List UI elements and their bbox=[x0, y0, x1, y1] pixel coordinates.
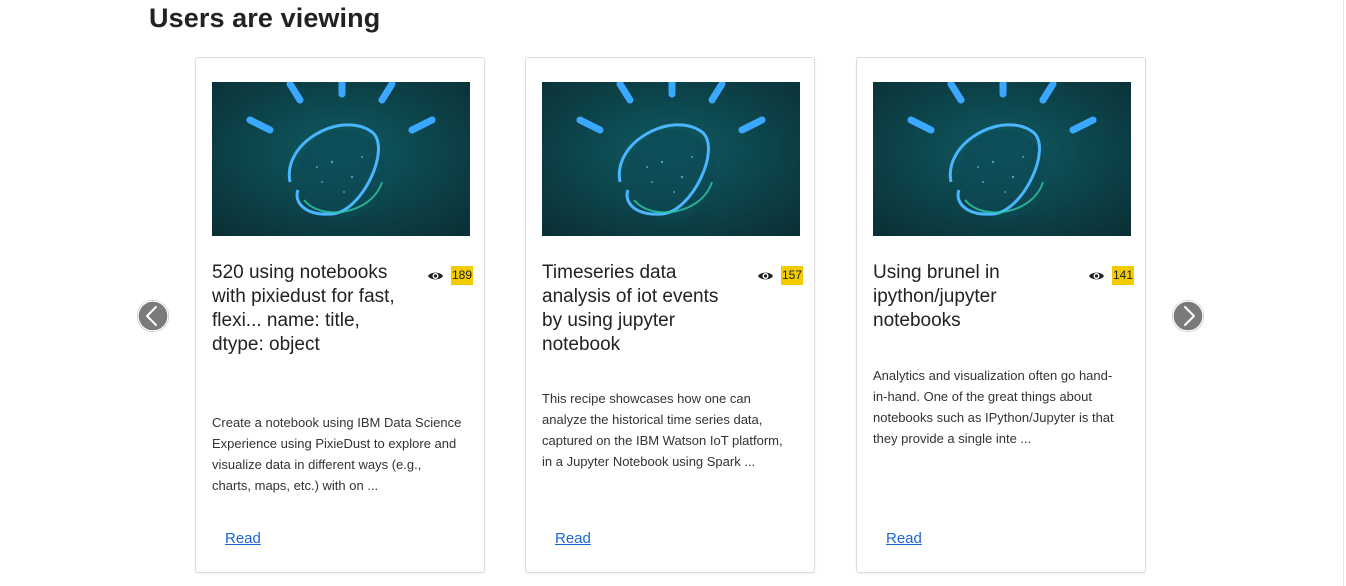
section-title: Users are viewing bbox=[149, 3, 381, 33]
article-card: 520 using notebooks with pixiedust for f… bbox=[195, 57, 485, 573]
read-link[interactable]: Read bbox=[225, 530, 261, 547]
card-image bbox=[873, 82, 1131, 236]
carousel-prev-button[interactable] bbox=[137, 300, 169, 332]
article-card: Using brunel in ipython/jupyter notebook… bbox=[856, 57, 1146, 573]
card-title[interactable]: 520 using notebooks with pixiedust for f… bbox=[212, 261, 402, 357]
eye-icon bbox=[428, 272, 443, 279]
read-link[interactable]: Read bbox=[555, 530, 591, 547]
chevron-right-icon bbox=[1172, 300, 1204, 332]
card-image bbox=[542, 82, 800, 236]
carousel-next-button[interactable] bbox=[1172, 300, 1204, 332]
eye-icon bbox=[1089, 272, 1104, 279]
card-image bbox=[212, 82, 470, 236]
view-count-badge: 157 bbox=[781, 266, 804, 285]
chevron-left-icon bbox=[137, 300, 169, 332]
view-counter: 189 bbox=[427, 266, 474, 285]
eye-icon bbox=[758, 272, 773, 279]
article-card: Timeseries data analysis of iot events b… bbox=[525, 57, 815, 573]
view-counter: 141 bbox=[1088, 266, 1135, 285]
read-link[interactable]: Read bbox=[886, 530, 922, 547]
card-title[interactable]: Timeseries data analysis of iot events b… bbox=[542, 261, 732, 357]
view-count-badge: 189 bbox=[451, 266, 474, 285]
view-count-badge: 141 bbox=[1112, 266, 1135, 285]
card-description: Create a notebook using IBM Data Science… bbox=[212, 415, 462, 493]
page-edge-divider bbox=[1343, 0, 1344, 586]
card-description: This recipe showcases how one can analyz… bbox=[542, 391, 783, 469]
card-title[interactable]: Using brunel in ipython/jupyter notebook… bbox=[873, 261, 1063, 333]
view-counter: 157 bbox=[757, 266, 804, 285]
card-description: Analytics and visualization often go han… bbox=[873, 368, 1114, 446]
